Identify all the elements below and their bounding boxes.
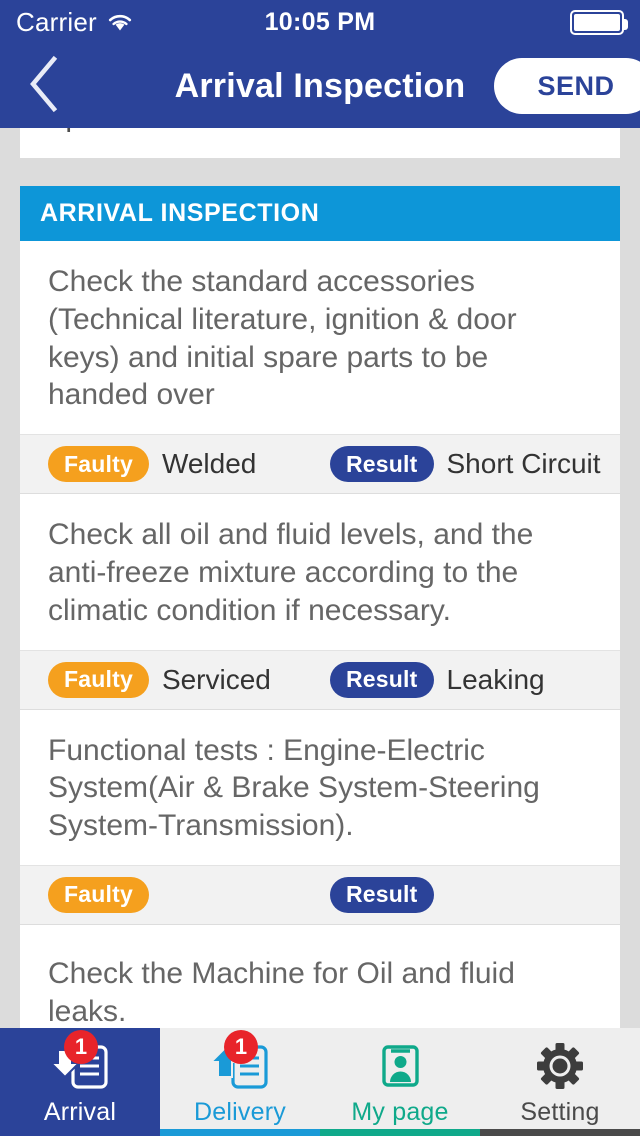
operation-hours-label: Operation Hours xyxy=(42,128,262,134)
send-button-label: SEND xyxy=(537,70,615,101)
navigation-bar: Arrival Inspection SEND xyxy=(0,44,640,128)
tab-delivery[interactable]: 1 Delivery xyxy=(160,1028,320,1136)
result-group[interactable]: Result Leaking xyxy=(330,661,545,698)
result-group[interactable]: Result xyxy=(330,876,447,913)
status-bar: Carrier 10:05 PM xyxy=(0,0,640,44)
user-profile-icon xyxy=(369,1042,431,1094)
inspection-item-text: Check all oil and fluid levels, and the … xyxy=(20,494,620,651)
tab-my-page-label: My page xyxy=(351,1097,449,1126)
scroll-content[interactable]: Operation Hours 0.0 Hr ARRIVAL INSPECTIO… xyxy=(0,128,640,1136)
faulty-badge: Faulty xyxy=(48,661,149,698)
inspection-item-badges: Faulty Serviced Result Leaking xyxy=(20,650,620,710)
battery-full-icon xyxy=(570,9,628,35)
tab-setting-label: Setting xyxy=(520,1097,600,1126)
inspection-item-badges: Faulty Welded Result Short Circuit xyxy=(20,435,620,495)
gear-icon xyxy=(529,1042,591,1094)
result-group[interactable]: Result Short Circuit xyxy=(330,446,601,483)
faulty-group[interactable]: Faulty Serviced xyxy=(48,661,330,698)
delivery-notification-badge: 1 xyxy=(224,1030,258,1064)
operation-hours-card[interactable]: Operation Hours 0.0 Hr xyxy=(20,128,620,158)
send-button[interactable]: SEND xyxy=(494,58,640,114)
status-bar-right xyxy=(570,9,628,35)
faulty-value: Serviced xyxy=(161,663,271,695)
faulty-group[interactable]: Faulty xyxy=(48,876,330,913)
result-badge: Result xyxy=(330,661,434,698)
tab-setting[interactable]: Setting xyxy=(480,1028,640,1136)
tab-arrival-underline xyxy=(0,1129,160,1136)
app-screen: Carrier 10:05 PM Arrival Inspection SEND… xyxy=(0,0,640,1136)
faulty-badge: Faulty xyxy=(48,446,149,483)
back-button[interactable] xyxy=(0,44,86,128)
tab-setting-underline xyxy=(480,1129,640,1136)
result-value: Leaking xyxy=(446,663,545,695)
tab-my-page[interactable]: My page xyxy=(320,1028,480,1136)
result-value: Short Circuit xyxy=(446,448,601,480)
result-badge: Result xyxy=(330,876,434,913)
result-badge: Result xyxy=(330,446,434,483)
clock-label: 10:05 PM xyxy=(264,7,376,36)
faulty-value: Welded xyxy=(161,448,257,480)
tab-arrival[interactable]: 1 Arrival xyxy=(0,1028,160,1136)
arrival-notification-badge: 1 xyxy=(64,1030,98,1064)
operation-hours-value: 0.0 Hr xyxy=(522,128,598,133)
bottom-tab-bar: 1 Arrival 1 Delivery My page Setting xyxy=(0,1028,640,1136)
faulty-group[interactable]: Faulty Welded xyxy=(48,446,330,483)
section-header: ARRIVAL INSPECTION xyxy=(20,186,620,241)
inspection-item-badges: Faulty Result xyxy=(20,865,620,925)
arrival-inspection-card: ARRIVAL INSPECTION Check the standard ac… xyxy=(20,186,620,1121)
chevron-left-icon xyxy=(26,55,60,118)
faulty-badge: Faulty xyxy=(48,876,149,913)
inspection-item-text: Functional tests : Engine-Electric Syste… xyxy=(20,710,620,866)
tab-delivery-label: Delivery xyxy=(194,1097,286,1126)
tab-arrival-label: Arrival xyxy=(43,1097,117,1126)
tab-delivery-underline xyxy=(160,1129,320,1136)
inspection-item-text: Check the standard accessories (Technica… xyxy=(20,241,620,436)
operation-hours-row: Operation Hours 0.0 Hr xyxy=(42,128,598,134)
tab-my-page-underline xyxy=(320,1129,480,1136)
